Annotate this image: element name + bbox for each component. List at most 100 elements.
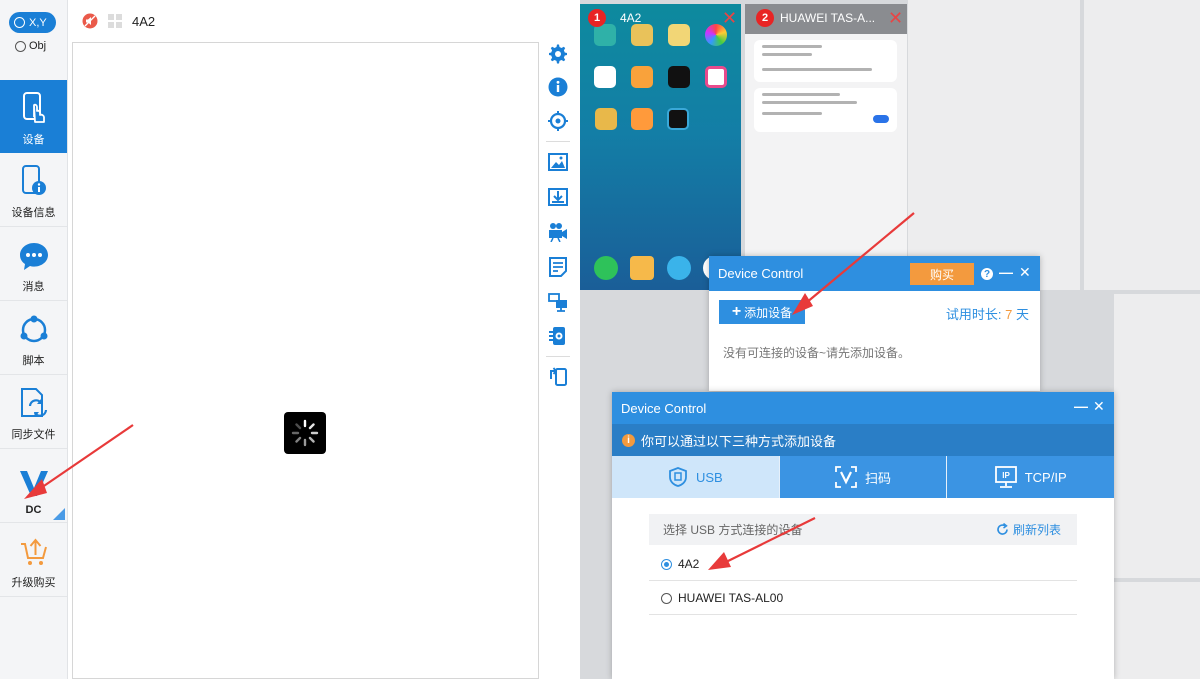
- sidebar-item-dc[interactable]: DC: [0, 450, 67, 523]
- app-icon: [665, 66, 693, 88]
- loading-spinner-icon: [284, 412, 326, 454]
- device-option-label: 4A2: [678, 557, 700, 571]
- app-row: [580, 66, 741, 88]
- image-icon: [548, 153, 568, 171]
- empty-grid-slot: [1114, 294, 1200, 578]
- close-icon[interactable]: ✕: [1019, 264, 1031, 281]
- device-thumbnail-1[interactable]: [580, 4, 741, 290]
- refresh-label: 刷新列表: [1012, 523, 1061, 537]
- screenshot-button[interactable]: [543, 148, 573, 176]
- xy-mode-toggle[interactable]: X,Y: [9, 12, 56, 33]
- app-icon: [591, 66, 619, 88]
- trial-days-value: 7: [1005, 307, 1013, 322]
- usb-shield-icon: [669, 467, 687, 487]
- close-thumbnail-2-icon[interactable]: ✕: [888, 8, 903, 29]
- sync-file-icon: [20, 388, 47, 417]
- minimize-icon[interactable]: —: [999, 264, 1013, 280]
- info-banner: i 你可以通过以下三种方式添加设备: [612, 424, 1114, 456]
- phone-info-icon: [21, 165, 46, 195]
- sidebar-item-messages[interactable]: 消息: [0, 228, 67, 301]
- info-button[interactable]: [543, 73, 573, 101]
- device-option-row[interactable]: 4A2: [649, 548, 1077, 581]
- notes-button[interactable]: [543, 253, 573, 281]
- app-icon: [592, 108, 620, 130]
- toolbar-divider: [546, 141, 570, 142]
- tab-label: 扫码: [865, 470, 892, 486]
- close-thumbnail-1-icon[interactable]: ✕: [722, 8, 737, 29]
- sidebar-item-device[interactable]: 设备: [0, 80, 67, 153]
- dialog-title: Device Control: [621, 400, 707, 416]
- rotate-screen-button[interactable]: [543, 362, 573, 390]
- info-icon: i: [622, 433, 635, 447]
- obj-radio-icon: [15, 40, 26, 52]
- device-control-dialog: Device Control 购买 ? — ✕ + 添加设备 试用时长: 7 天…: [709, 256, 1040, 391]
- tab-label: USB: [695, 469, 723, 485]
- settings-card: [754, 88, 897, 132]
- browser-app-icon: [666, 256, 691, 280]
- sidebar-item-script[interactable]: 脚本: [0, 302, 67, 375]
- xy-mode-label: X,Y: [29, 16, 47, 29]
- tab-usb[interactable]: USB: [612, 456, 779, 498]
- app-icon: [628, 108, 656, 130]
- thumbnail-header-2: 2 HUAWEI TAS-A...: [756, 4, 875, 32]
- info-icon: [548, 77, 568, 97]
- save-screenshot-button[interactable]: [543, 183, 573, 211]
- document-edit-icon: [549, 257, 567, 277]
- settings-button[interactable]: [543, 40, 573, 68]
- device-thumbnail-2[interactable]: [745, 4, 907, 290]
- expand-corner-icon: [53, 508, 65, 520]
- radio-selected-icon[interactable]: [661, 558, 672, 570]
- app-row: [580, 108, 741, 130]
- locate-button[interactable]: [543, 107, 573, 135]
- device-screen-view[interactable]: [72, 42, 539, 679]
- tab-tcp-ip[interactable]: IP TCP/IP: [946, 456, 1115, 498]
- ip-monitor-icon: IP: [994, 466, 1017, 488]
- app-icon: [628, 66, 656, 88]
- help-icon[interactable]: ?: [981, 268, 993, 280]
- refresh-list-button[interactable]: 刷新列表: [996, 521, 1061, 538]
- add-device-button[interactable]: + 添加设备: [719, 300, 805, 324]
- sidebar-item-sync-files[interactable]: 同步文件: [0, 376, 67, 449]
- trial-duration: 试用时长: 7 天: [946, 304, 1029, 323]
- video-camera-icon: [549, 223, 567, 242]
- screen-mirror-button[interactable]: [543, 288, 573, 316]
- thumbnail-header-1: 1 4A2: [588, 4, 641, 32]
- no-sound-icon[interactable]: [82, 13, 98, 29]
- close-icon[interactable]: ✕: [1093, 398, 1105, 415]
- buy-button[interactable]: 购买: [910, 263, 974, 285]
- obj-mode-toggle[interactable]: Obj: [15, 40, 46, 52]
- dialog-title-bar[interactable]: Device Control 购买 ? — ✕: [709, 256, 1040, 291]
- device-settings-button[interactable]: [543, 322, 573, 350]
- monitor-cast-icon: [548, 293, 567, 312]
- device-list-header: 选择 USB 方式连接的设备 刷新列表: [649, 514, 1077, 545]
- device-option-row[interactable]: HUAWEI TAS-AL00: [649, 582, 1077, 615]
- sidebar-item-label: 同步文件: [11, 429, 56, 441]
- list-header-label: 选择 USB 方式连接的设备: [663, 523, 803, 537]
- scan-qr-icon: [835, 466, 857, 488]
- sidebar-item-label: DC: [25, 504, 42, 516]
- record-video-button[interactable]: [543, 218, 573, 246]
- dialog-title-bar[interactable]: Device Control — ✕: [612, 392, 1114, 424]
- crosshair-icon: [548, 111, 568, 131]
- chat-bubble-icon: [19, 243, 48, 270]
- radio-icon[interactable]: [661, 592, 672, 604]
- sidebar-item-device-info[interactable]: 设备信息: [0, 154, 67, 227]
- left-sidebar: X,Y Obj 设备 设备信息 消息 脚本 同步文件 DC 升级购买: [0, 0, 68, 679]
- add-device-dialog: Device Control — ✕ i 你可以通过以下三种方式添加设备 USB…: [612, 392, 1115, 679]
- phone-app-icon: [594, 256, 619, 280]
- messages-app-icon: [630, 256, 655, 280]
- empty-grid-slot: [1084, 0, 1200, 290]
- grid-layout-icon[interactable]: [108, 14, 122, 28]
- gear-icon: [549, 44, 567, 64]
- tab-scan-code[interactable]: 扫码: [778, 456, 947, 498]
- minimize-icon[interactable]: —: [1074, 398, 1088, 414]
- toggle-switch: [873, 115, 889, 123]
- sidebar-item-label: 设备: [22, 134, 45, 146]
- tab-label: TCP/IP: [1024, 469, 1067, 485]
- empty-grid-slot: [908, 0, 1080, 290]
- empty-grid-slot: [1114, 582, 1200, 679]
- phone-gear-icon: [549, 327, 565, 345]
- thumbnail-title: HUAWEI TAS-A...: [780, 11, 876, 25]
- sidebar-item-upgrade[interactable]: 升级购买: [0, 524, 67, 597]
- settings-card: [754, 40, 897, 82]
